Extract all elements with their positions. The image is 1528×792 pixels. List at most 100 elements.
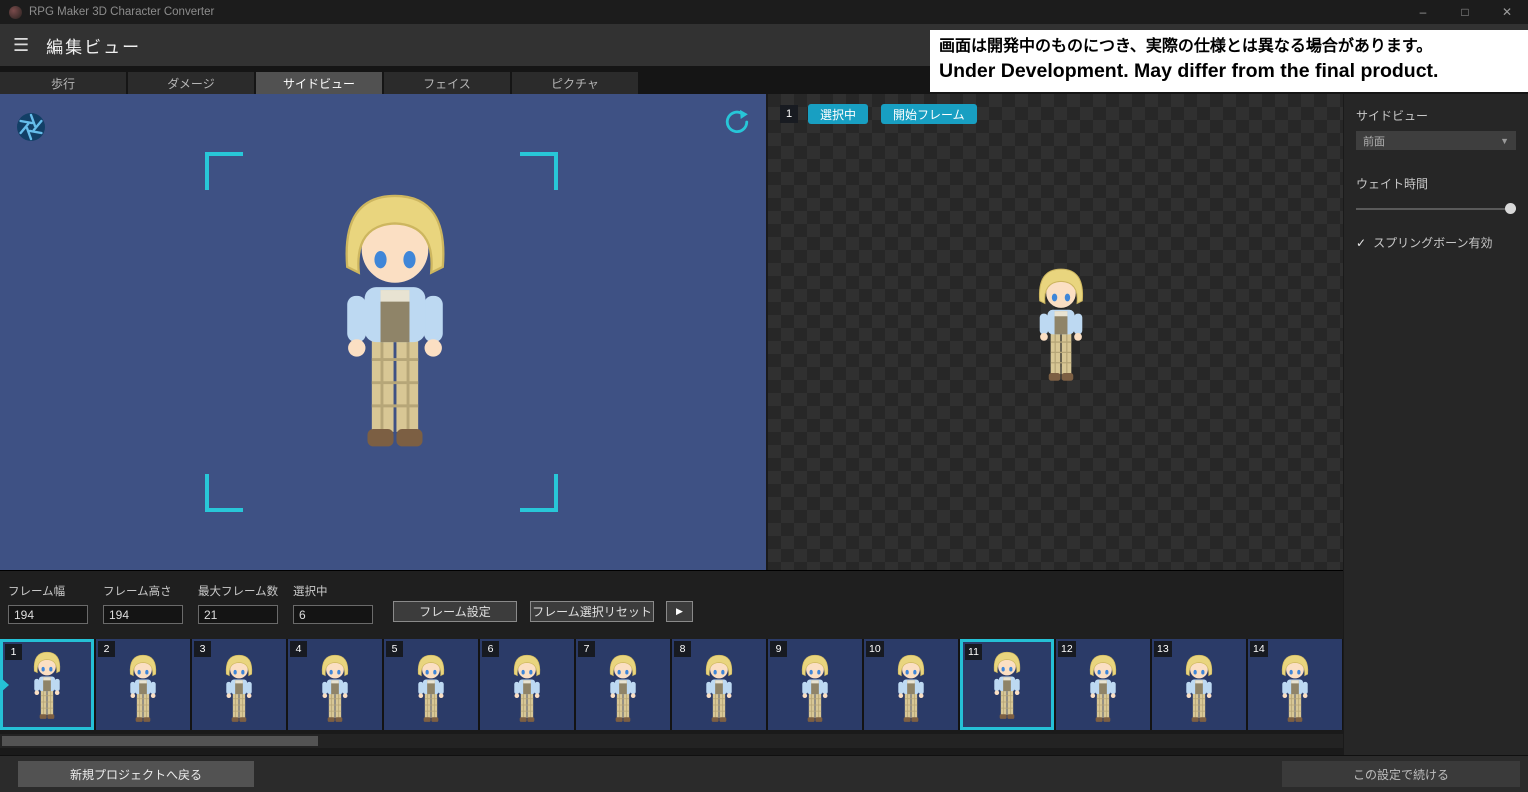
filmstrip-frame[interactable]: 14 xyxy=(1248,639,1342,730)
chevron-down-icon: ▼ xyxy=(1500,136,1509,146)
max-frames-label: 最大フレーム数 xyxy=(198,583,278,599)
selected-button[interactable]: 選択中 xyxy=(808,104,868,124)
tab-face[interactable]: フェイス xyxy=(384,72,510,94)
frame-thumbnail xyxy=(1271,651,1319,725)
frame-thumbnail xyxy=(215,651,263,725)
tab-damage[interactable]: ダメージ xyxy=(128,72,254,94)
frame-number: 11 xyxy=(965,644,982,660)
settings-sidebar: サイドビュー 前面 ▼ ウェイト時間 ✓ スプリングボーン有効 xyxy=(1344,94,1528,755)
frame-thumbnail xyxy=(983,648,1031,722)
frame-number: 9 xyxy=(770,641,787,657)
frame-controls-bar: フレーム幅 フレーム高さ 最大フレーム数 選択中 フレーム設定 フレーム選択リセ… xyxy=(0,570,1343,639)
continue-with-settings-button[interactable]: この設定で続ける xyxy=(1282,761,1520,787)
scrollbar-thumb[interactable] xyxy=(2,736,318,746)
filmstrip-frame[interactable]: 3 xyxy=(192,639,286,730)
frame-thumbnail xyxy=(791,651,839,725)
frame-select-reset-button[interactable]: フレーム選択リセット xyxy=(530,601,654,622)
bracket-top-right xyxy=(520,152,558,190)
wait-time-slider[interactable] xyxy=(1356,203,1516,215)
character-preview-viewport[interactable] xyxy=(0,94,766,570)
max-frames-field: 最大フレーム数 xyxy=(198,583,278,624)
frame-width-input[interactable] xyxy=(8,605,88,624)
frame-thumbnail xyxy=(23,648,71,722)
notice-text-jp: 画面は開発中のものにつき、実際の仕様とは異なる場合があります。 xyxy=(939,35,1519,60)
frame-width-label: フレーム幅 xyxy=(8,583,88,599)
frame-number: 12 xyxy=(1058,641,1076,657)
filmstrip-frame[interactable]: 1 xyxy=(0,639,94,730)
tab-sideview[interactable]: サイドビュー xyxy=(256,72,382,94)
hamburger-menu-icon[interactable]: ☰ xyxy=(13,35,29,56)
app-icon xyxy=(9,6,22,19)
frame-thumbnail xyxy=(695,651,743,725)
frame-number: 6 xyxy=(482,641,499,657)
page-title: 編集ビュー xyxy=(46,33,141,58)
filmstrip-frame[interactable]: 9 xyxy=(768,639,862,730)
play-button[interactable]: ▶ xyxy=(666,601,693,622)
bracket-bottom-right xyxy=(520,474,558,512)
filmstrip-frame[interactable]: 12 xyxy=(1056,639,1150,730)
frame-number: 7 xyxy=(578,641,595,657)
slider-track[interactable] xyxy=(1356,208,1516,210)
frame-number: 2 xyxy=(98,641,115,657)
character-3d-model[interactable] xyxy=(305,180,485,458)
checkmark-icon: ✓ xyxy=(1356,236,1366,250)
maximize-button[interactable]: □ xyxy=(1444,0,1486,24)
frame-thumbnail xyxy=(503,651,551,725)
frame-thumbnail xyxy=(407,651,455,725)
rotate-view-icon[interactable] xyxy=(724,109,750,135)
frame-settings-button[interactable]: フレーム設定 xyxy=(393,601,517,622)
selected-count-input[interactable] xyxy=(293,605,373,624)
frame-thumbnail xyxy=(1079,651,1127,725)
frame-number: 13 xyxy=(1154,641,1172,657)
frame-number: 14 xyxy=(1250,641,1268,657)
footer-bar: 新規プロジェクトへ戻る この設定で続ける xyxy=(0,755,1528,792)
character-sprite xyxy=(1021,262,1101,386)
filmstrip-frame[interactable]: 6 xyxy=(480,639,574,730)
back-to-new-project-button[interactable]: 新規プロジェクトへ戻る xyxy=(18,761,254,787)
frame-thumbnail xyxy=(311,651,359,725)
frame-width-field: フレーム幅 xyxy=(8,583,88,624)
frame-height-field: フレーム高さ xyxy=(103,583,183,624)
filmstrip-scrollbar[interactable] xyxy=(0,734,1343,748)
frame-number: 5 xyxy=(386,641,403,657)
bracket-bottom-left xyxy=(205,474,243,512)
filmstrip-frame[interactable]: 11 xyxy=(960,639,1054,730)
frame-number-badge: 1 xyxy=(780,105,798,123)
filmstrip-playhead-icon xyxy=(0,677,9,693)
spring-bone-checkbox[interactable]: ✓ スプリングボーン有効 xyxy=(1356,234,1528,251)
development-notice: 画面は開発中のものにつき、実際の仕様とは異なる場合があります。 Under De… xyxy=(930,30,1528,92)
start-frame-button[interactable]: 開始フレーム xyxy=(881,104,977,124)
filmstrip-frame[interactable]: 5 xyxy=(384,639,478,730)
filmstrip-frame[interactable]: 8 xyxy=(672,639,766,730)
tab-walk[interactable]: 歩行 xyxy=(0,72,126,94)
sprite-frame-viewport[interactable]: 1 選択中 開始フレーム xyxy=(768,94,1343,570)
frame-filmstrip: 1 2 3 4 5 6 7 8 9 10 11 12 xyxy=(0,639,1343,730)
slider-knob[interactable] xyxy=(1505,203,1516,214)
selected-count-field: 選択中 xyxy=(293,583,373,624)
frame-number: 8 xyxy=(674,641,691,657)
max-frames-input[interactable] xyxy=(198,605,278,624)
tab-picture[interactable]: ピクチャ xyxy=(512,72,638,94)
frame-height-input[interactable] xyxy=(103,605,183,624)
frame-number: 1 xyxy=(5,644,22,660)
filmstrip-frame[interactable]: 7 xyxy=(576,639,670,730)
frame-number: 4 xyxy=(290,641,307,657)
wait-time-label: ウェイト時間 xyxy=(1356,175,1528,192)
window-controls: – □ ✕ xyxy=(1402,0,1528,24)
minimize-button[interactable]: – xyxy=(1402,0,1444,24)
frame-thumbnail xyxy=(1175,651,1223,725)
side-view-dropdown[interactable]: 前面 ▼ xyxy=(1356,131,1516,150)
filmstrip-frame[interactable]: 2 xyxy=(96,639,190,730)
frame-thumbnail xyxy=(119,651,167,725)
title-bar: RPG Maker 3D Character Converter – □ ✕ xyxy=(0,0,1528,24)
notice-text-en: Under Development. May differ from the f… xyxy=(939,60,1519,83)
selected-count-label: 選択中 xyxy=(293,583,373,599)
frame-height-label: フレーム高さ xyxy=(103,583,183,599)
filmstrip-frame[interactable]: 10 xyxy=(864,639,958,730)
bracket-top-left xyxy=(205,152,243,190)
close-button[interactable]: ✕ xyxy=(1486,0,1528,24)
frame-number: 3 xyxy=(194,641,211,657)
filmstrip-frame[interactable]: 13 xyxy=(1152,639,1246,730)
filmstrip-frame[interactable]: 4 xyxy=(288,639,382,730)
aperture-camera-icon[interactable] xyxy=(16,112,46,142)
